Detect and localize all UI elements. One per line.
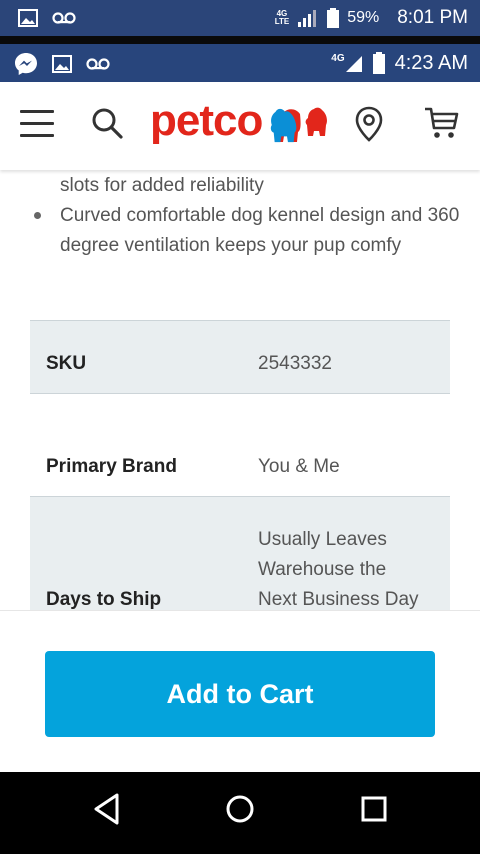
inner-status-bar: 4G 4:23 AM [0,44,480,82]
inner-clock: 4:23 AM [394,51,468,74]
gallery-icon [52,55,72,73]
outer-status-bar: 4G LTE 59% 8:01 PM [0,0,480,36]
feature-bullet: Curved comfortable dog kennel design and… [60,205,460,256]
spec-value-brand: You & Me [242,393,450,497]
messenger-icon [15,53,37,75]
network-type-label: 4G [331,52,345,64]
signal-icon [345,56,362,72]
status-bar-divider [0,36,480,44]
gallery-icon [18,9,38,27]
android-navigation-bar [0,772,480,854]
voicemail-icon [86,58,110,70]
spec-value-sku: 2543332 [242,320,450,394]
voicemail-icon [52,12,76,24]
search-icon[interactable] [90,106,124,140]
table-row: Primary Brand You & Me [30,393,450,497]
table-row: Days to Ship Usually Leaves Warehouse th… [30,496,450,610]
product-specs-table: SKU 2543332 Primary Brand You & Me Days … [30,320,450,610]
petco-logo[interactable]: petco [150,96,263,146]
spec-label-brand: Primary Brand [30,393,242,497]
spec-label-sku: SKU [30,320,242,394]
hamburger-menu-icon[interactable] [20,110,54,138]
add-to-cart-bar: Add to Cart [0,610,480,773]
network-type-label: 4G LTE [274,9,290,26]
battery-percent: 59% [347,9,380,26]
spec-value-days-to-ship: Usually Leaves Warehouse the Next Busine… [242,496,450,610]
product-details-content: slots for added reliability Curved comfo… [0,170,480,610]
bullet-dot [34,212,41,219]
battery-icon [327,8,340,28]
outer-clock: 8:01 PM [397,7,468,28]
battery-icon [372,52,385,74]
site-header: petco [0,82,480,170]
home-icon[interactable] [224,792,256,826]
back-icon[interactable] [92,792,122,826]
feature-bullet-continuation: slots for added reliability [60,175,264,196]
add-to-cart-button[interactable]: Add to Cart [45,651,435,737]
signal-icon [298,10,317,27]
recent-apps-icon[interactable] [360,792,388,826]
table-row: SKU 2543332 [30,320,450,394]
store-locator-pin-icon[interactable] [354,106,384,142]
shopping-cart-icon[interactable] [424,106,460,140]
petco-dog-logo-icon [270,107,327,143]
spec-label-days-to-ship: Days to Ship [30,496,242,610]
